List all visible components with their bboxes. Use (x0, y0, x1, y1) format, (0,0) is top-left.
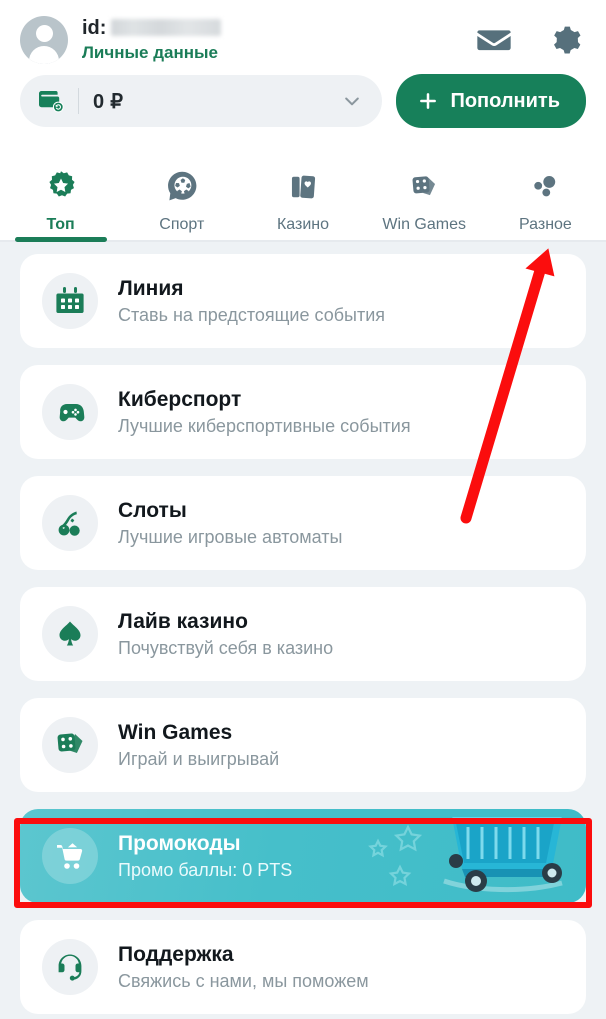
header: id: Личные данные 0 ₽ Пополнить (0, 0, 606, 152)
menu-list: Линия Ставь на предстоящие события Кибер… (0, 242, 606, 1014)
gear-icon[interactable] (544, 20, 584, 60)
list-item-subtitle: Ставь на предстоящие события (118, 304, 386, 325)
three-dots-icon (523, 167, 567, 207)
list-item-support[interactable]: Поддержка Свяжись с нами, мы поможем (20, 920, 586, 1014)
list-item-text: Win Games Играй и выигрывай (118, 720, 279, 771)
playing-cards-icon (281, 167, 325, 207)
avatar-head (35, 24, 53, 42)
balance-selector[interactable]: 0 ₽ (20, 75, 383, 127)
list-item-esports[interactable]: Киберспорт Лучшие киберспортивные событи… (20, 365, 586, 459)
headset-icon (42, 939, 98, 995)
personal-data-link[interactable]: Личные данные (82, 43, 474, 63)
list-item-subtitle: Играй и выигрывай (118, 748, 280, 769)
tab-sport[interactable]: Спорт (121, 152, 242, 240)
tab-casino[interactable]: Казино (242, 152, 363, 240)
list-item-text: Линия Ставь на предстоящие события (118, 276, 385, 327)
list-item-slots[interactable]: Слоты Лучшие игровые автоматы (20, 476, 586, 570)
tab-label-casino: Казино (276, 216, 330, 233)
plus-icon (418, 91, 438, 111)
tab-other[interactable]: Разное (485, 152, 606, 240)
avatar[interactable] (20, 15, 68, 64)
list-item-text: Слоты Лучшие игровые автоматы (118, 498, 342, 549)
id-label: id: (82, 16, 107, 39)
tab-top[interactable]: Топ (0, 152, 121, 242)
list-item-text: Поддержка Свяжись с нами, мы поможем (118, 942, 369, 993)
promo-cart-illustration (368, 817, 563, 893)
avatar-body (29, 45, 59, 64)
list-item-subtitle: Почувствуй себя в казино (118, 637, 334, 658)
spade-icon (42, 606, 98, 662)
topup-label: Пополнить (450, 89, 560, 112)
id-block: id: Личные данные (82, 17, 474, 63)
list-item-text: Киберспорт Лучшие киберспортивные событи… (118, 387, 411, 438)
list-item-live-casino[interactable]: Лайв казино Почувствуй себя в казино (20, 587, 586, 681)
soccer-ball-icon (160, 167, 204, 207)
list-item-line[interactable]: Линия Ставь на предстоящие события (20, 254, 586, 348)
list-item-win-games[interactable]: Win Games Играй и выигрывай (20, 698, 586, 792)
user-id-row: id: (82, 17, 474, 39)
list-item-title: Поддержка (118, 942, 234, 966)
list-item-subtitle: Лучшие киберспортивные события (118, 415, 411, 436)
list-item-title: Промокоды (118, 831, 241, 855)
shopping-cart-icon (42, 828, 98, 884)
wallet-refresh-icon (36, 86, 66, 116)
balance-divider (78, 88, 79, 114)
chevron-down-icon[interactable] (342, 91, 362, 111)
profile-row: id: Личные данные (0, 0, 606, 68)
balance-row: 0 ₽ Пополнить (0, 68, 606, 134)
list-item-title: Лайв казино (118, 609, 248, 633)
star-badge-icon (39, 167, 83, 207)
tab-label-sport: Спорт (159, 216, 205, 233)
tab-bar: Топ Спорт Казино Win Games Разное (0, 152, 606, 242)
id-value-redacted (111, 19, 222, 36)
list-item-text: Промокоды Промо баллы: 0 PTS (118, 831, 292, 882)
app-root: id: Личные данные 0 ₽ Пополнить Топ Спор… (0, 0, 606, 1019)
calendar-icon (42, 273, 98, 329)
mail-icon[interactable] (474, 20, 514, 60)
list-item-title: Киберспорт (118, 387, 242, 411)
header-icons (474, 20, 588, 60)
tab-label-other: Разное (519, 216, 572, 233)
balance-amount: 0 ₽ (93, 90, 124, 113)
tab-label-win-games: Win Games (382, 216, 466, 233)
tab-win-games[interactable]: Win Games (364, 152, 485, 240)
cherries-icon (42, 495, 98, 551)
list-item-subtitle: Лучшие игровые автоматы (118, 526, 343, 547)
list-item-title: Линия (118, 276, 184, 300)
dice-icon (402, 167, 446, 207)
list-item-subtitle: Промо баллы: 0 PTS (118, 859, 293, 880)
list-item-text: Лайв казино Почувствуй себя в казино (118, 609, 333, 660)
list-item-promocodes[interactable]: Промокоды Промо баллы: 0 PTS (20, 809, 586, 903)
list-item-title: Слоты (118, 498, 187, 522)
topup-button[interactable]: Пополнить (396, 74, 586, 128)
tab-label-top: Топ (46, 216, 75, 233)
dice-icon (42, 717, 98, 773)
gamepad-icon (42, 384, 98, 440)
list-item-subtitle: Свяжись с нами, мы поможем (118, 970, 369, 991)
list-item-title: Win Games (118, 720, 233, 744)
